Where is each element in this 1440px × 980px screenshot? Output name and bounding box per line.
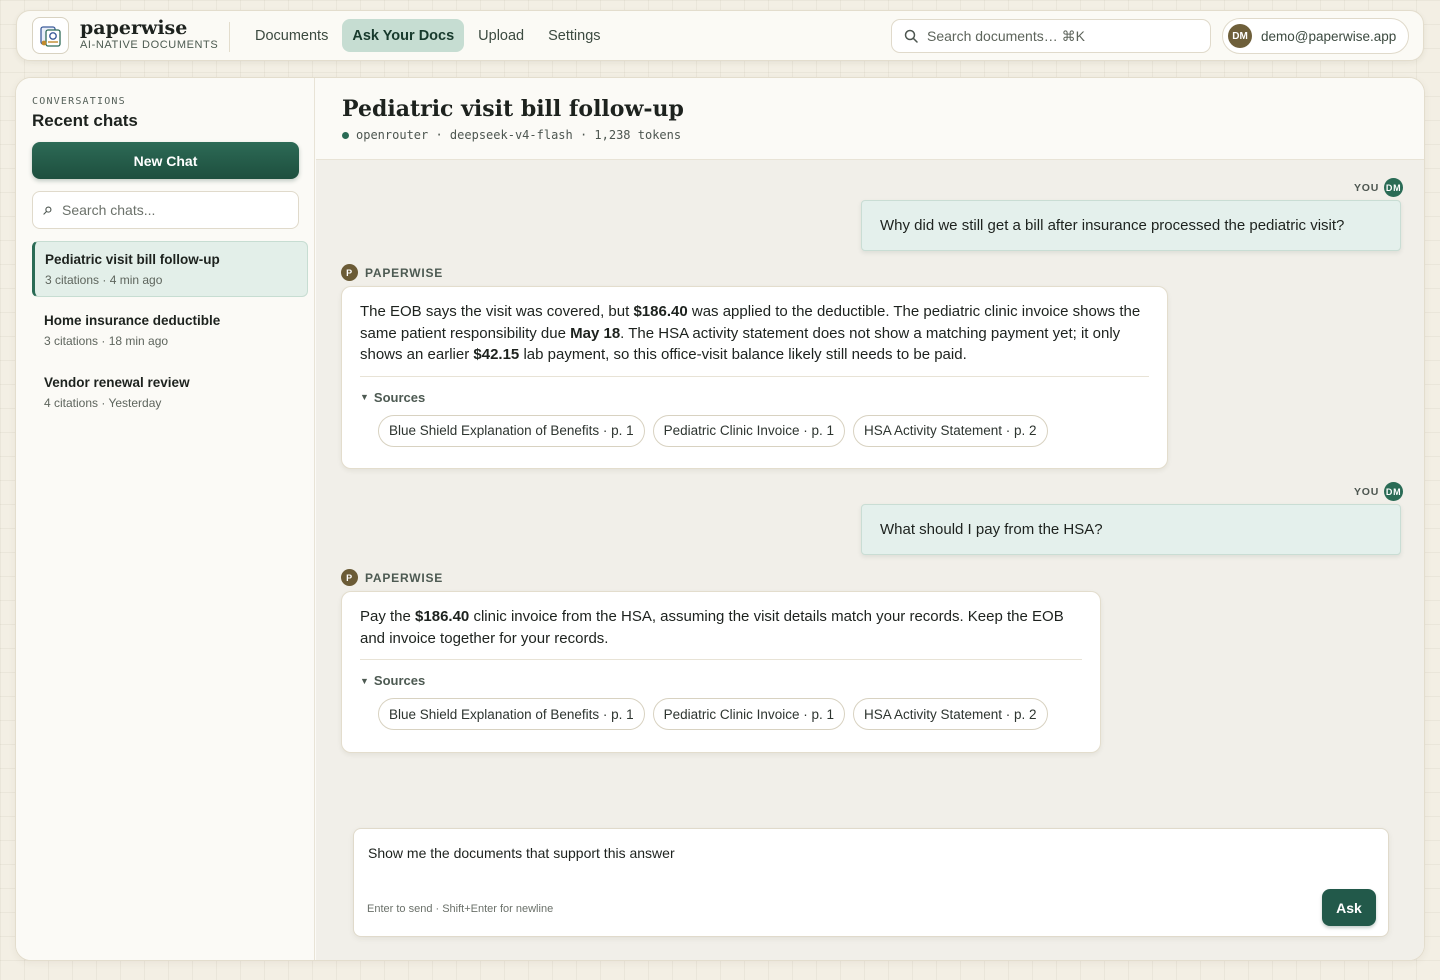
- main-nav: Documents Ask Your Docs Upload Settings: [245, 19, 611, 52]
- user-message-text: Why did we still get a bill after insura…: [880, 217, 1345, 234]
- chat-item-title: Vendor renewal review: [44, 375, 190, 390]
- nav-documents[interactable]: Documents: [245, 19, 338, 52]
- sidebar-title: Recent chats: [32, 111, 138, 130]
- document-search[interactable]: [891, 19, 1211, 53]
- user-message: What should I pay from the HSA?: [861, 504, 1401, 555]
- user-email: demo@paperwise.app: [1261, 28, 1397, 44]
- answer-amount: $186.40: [633, 303, 688, 320]
- divider: [360, 375, 1149, 377]
- chat-item-meta: 3 citations · 4 min ago: [45, 273, 163, 287]
- chat-header: Pediatric visit bill follow-up openroute…: [316, 78, 1424, 160]
- sources-label: Sources: [373, 389, 426, 405]
- source-chips: Blue Shield Explanation of Benefits · p.…: [378, 698, 1082, 730]
- answer-text: The EOB says the visit was covered, but: [360, 303, 634, 320]
- chat-item-meta: 4 citations · Yesterday: [44, 396, 162, 410]
- chat-list: Pediatric visit bill follow-up 3 citatio…: [32, 241, 308, 427]
- nav-divider: [229, 22, 230, 52]
- chat-item-pediatric-visit[interactable]: Pediatric visit bill follow-up 3 citatio…: [32, 241, 308, 297]
- answer-text: lab payment, so this office-visit balanc…: [519, 346, 967, 363]
- app-logo-icon[interactable]: [32, 17, 69, 54]
- chat-panel: Pediatric visit bill follow-up openroute…: [316, 78, 1424, 960]
- source-chip[interactable]: Pediatric Clinic Invoice · p. 1: [652, 698, 845, 730]
- assistant-message-text: Pay the $186.40 clinic invoice from the …: [360, 606, 1082, 649]
- answer-amount: $42.15: [473, 346, 520, 363]
- model-line: openrouter · deepseek-v4-flash · 1,238 t…: [356, 128, 682, 142]
- source-chip[interactable]: HSA Activity Statement · p. 2: [852, 698, 1048, 730]
- source-chip[interactable]: HSA Activity Statement · p. 2: [852, 414, 1048, 447]
- search-icon: [904, 29, 918, 43]
- assistant-message-label: P PAPERWISE: [341, 569, 443, 586]
- search-icon: [43, 206, 52, 215]
- page-title: Pediatric visit bill follow-up: [342, 96, 684, 122]
- sidebar-eyebrow: CONVERSATIONS: [32, 96, 126, 107]
- message-composer: Show me the documents that support this …: [353, 828, 1389, 937]
- sources-label: Sources: [373, 673, 426, 688]
- document-search-input[interactable]: [927, 28, 1197, 44]
- assistant-message-label: P PAPERWISE: [341, 264, 443, 281]
- avatar: DM: [1228, 24, 1252, 48]
- assistant-message-text: The EOB says the visit was covered, but …: [360, 301, 1149, 366]
- status-dot-icon: [342, 131, 349, 139]
- assistant-avatar: P: [341, 264, 358, 281]
- nav-ask-your-docs[interactable]: Ask Your Docs: [342, 19, 465, 52]
- nav-settings[interactable]: Settings: [538, 19, 610, 52]
- source-chip[interactable]: Blue Shield Explanation of Benefits · p.…: [378, 698, 645, 730]
- message-input[interactable]: Show me the documents that support this …: [368, 845, 1348, 885]
- divider: [360, 659, 1082, 660]
- avatar: DM: [1384, 178, 1404, 197]
- chat-item-meta: 3 citations · 18 min ago: [44, 334, 169, 348]
- assistant-label: PAPERWISE: [365, 570, 444, 585]
- answer-text: Pay the: [360, 608, 416, 625]
- assistant-avatar: P: [341, 569, 358, 586]
- assistant-label: PAPERWISE: [365, 265, 444, 280]
- source-chips: Blue Shield Explanation of Benefits · p.…: [378, 414, 1149, 447]
- assistant-message: The EOB says the visit was covered, but …: [341, 286, 1168, 469]
- you-label: YOU: [1354, 181, 1380, 194]
- chat-search-input[interactable]: [62, 202, 282, 218]
- composer-hint: Enter to send · Shift+Enter for newline: [367, 903, 554, 915]
- chat-item-home-insurance[interactable]: Home insurance deductible 3 citations · …: [32, 303, 308, 359]
- chat-item-vendor-renewal[interactable]: Vendor renewal review 4 citations · Yest…: [32, 365, 308, 421]
- you-label: YOU: [1354, 485, 1380, 498]
- brand-tagline: AI-NATIVE DOCUMENTS: [80, 39, 219, 51]
- source-chip[interactable]: Blue Shield Explanation of Benefits · p.…: [378, 414, 645, 447]
- user-message-label: YOU DM: [1354, 482, 1404, 501]
- source-chip[interactable]: Pediatric Clinic Invoice · p. 1: [652, 414, 845, 447]
- model-info: openrouter · deepseek-v4-flash · 1,238 t…: [342, 128, 681, 142]
- nav-upload[interactable]: Upload: [468, 19, 534, 52]
- user-menu[interactable]: DM demo@paperwise.app: [1222, 18, 1409, 54]
- main-workspace: CONVERSATIONS Recent chats New Chat Pedi…: [15, 77, 1425, 961]
- brand-name: paperwise: [80, 17, 188, 39]
- top-navigation-bar: paperwise AI-NATIVE DOCUMENTS Documents …: [16, 10, 1424, 61]
- chat-item-title: Home insurance deductible: [44, 313, 221, 328]
- user-message-text: What should I pay from the HSA?: [880, 521, 1103, 538]
- ask-button[interactable]: Ask: [1322, 889, 1376, 926]
- user-message: Why did we still get a bill after insura…: [861, 200, 1401, 251]
- answer-amount: $186.40: [415, 608, 470, 625]
- avatar: DM: [1384, 482, 1404, 501]
- new-chat-button[interactable]: New Chat: [32, 142, 299, 179]
- answer-date: May 18: [570, 324, 621, 342]
- brand: paperwise AI-NATIVE DOCUMENTS: [80, 17, 218, 51]
- user-message-label: YOU DM: [1354, 178, 1404, 197]
- assistant-message: Pay the $186.40 clinic invoice from the …: [341, 591, 1101, 753]
- chat-item-title: Pediatric visit bill follow-up: [45, 252, 220, 267]
- caret-down-icon: ▼: [360, 392, 369, 402]
- conversation-sidebar: CONVERSATIONS Recent chats New Chat Pedi…: [16, 78, 315, 960]
- caret-down-icon: ▼: [360, 675, 369, 686]
- chat-search[interactable]: [32, 191, 299, 229]
- sources-toggle[interactable]: ▼ Sources: [360, 390, 1149, 405]
- sources-toggle[interactable]: ▼ Sources: [360, 673, 1082, 688]
